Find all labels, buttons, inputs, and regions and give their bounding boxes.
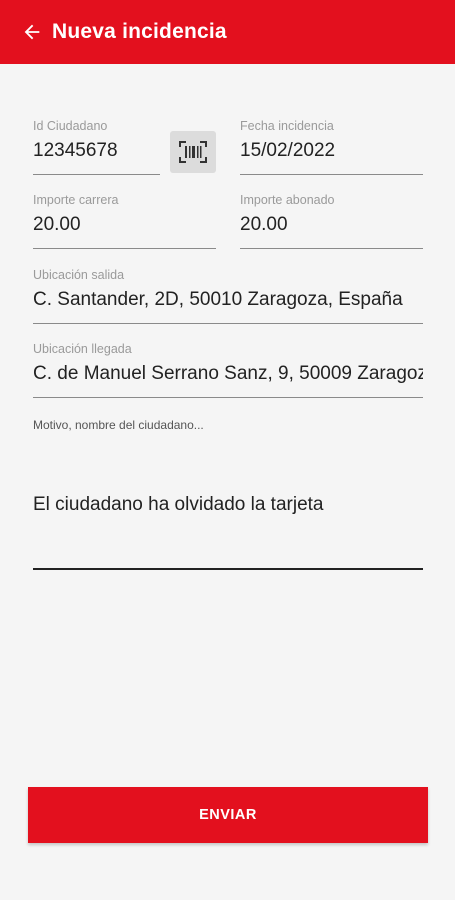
id-ciudadano-field[interactable]: Id Ciudadano 12345678 <box>33 119 160 175</box>
motivo-textarea[interactable]: El ciudadano ha olvidado la tarjeta <box>33 494 323 516</box>
motivo-underline <box>33 568 423 570</box>
motivo-label: Motivo, nombre del ciudadano... <box>33 418 204 432</box>
importe-abonado-value[interactable]: 20.00 <box>240 214 423 242</box>
send-button[interactable]: ENVIAR <box>28 787 428 843</box>
importe-abonado-underline <box>240 248 423 249</box>
importe-abonado-label: Importe abonado <box>240 193 335 207</box>
id-ciudadano-label: Id Ciudadano <box>33 119 108 133</box>
id-ciudadano-underline <box>33 174 160 175</box>
fecha-incidencia-label: Fecha incidencia <box>240 119 334 133</box>
page-title: Nueva incidencia <box>52 20 227 43</box>
importe-abonado-field[interactable]: Importe abonado 20.00 <box>240 193 423 249</box>
id-ciudadano-value[interactable]: 12345678 <box>33 140 160 168</box>
importe-carrera-underline <box>33 248 216 249</box>
ubicacion-llegada-label: Ubicación llegada <box>33 342 132 356</box>
arrow-left-icon <box>24 24 40 40</box>
ubicacion-salida-label: Ubicación salida <box>33 268 125 282</box>
scan-barcode-button[interactable] <box>170 131 216 173</box>
importe-carrera-field[interactable]: Importe carrera 20.00 <box>33 193 216 249</box>
importe-carrera-label: Importe carrera <box>33 193 119 207</box>
ubicacion-salida-value[interactable]: C. Santander, 2D, 50010 Zaragoza, España <box>33 289 423 317</box>
ubicacion-salida-underline <box>33 323 423 324</box>
fecha-incidencia-field[interactable]: Fecha incidencia 15/02/2022 <box>240 119 423 175</box>
importe-carrera-value[interactable]: 20.00 <box>33 214 216 242</box>
barcode-scan-icon <box>179 141 207 163</box>
ubicacion-salida-field[interactable]: Ubicación salida C. Santander, 2D, 50010… <box>33 268 423 324</box>
fecha-incidencia-underline <box>240 174 423 175</box>
fecha-incidencia-value[interactable]: 15/02/2022 <box>240 140 423 168</box>
ubicacion-llegada-underline <box>33 397 423 398</box>
ubicacion-llegada-field[interactable]: Ubicación llegada C. de Manuel Serrano S… <box>33 342 423 398</box>
ubicacion-llegada-value[interactable]: C. de Manuel Serrano Sanz, 9, 50009 Zara… <box>33 363 423 391</box>
app-bar: Nueva incidencia <box>0 0 455 64</box>
